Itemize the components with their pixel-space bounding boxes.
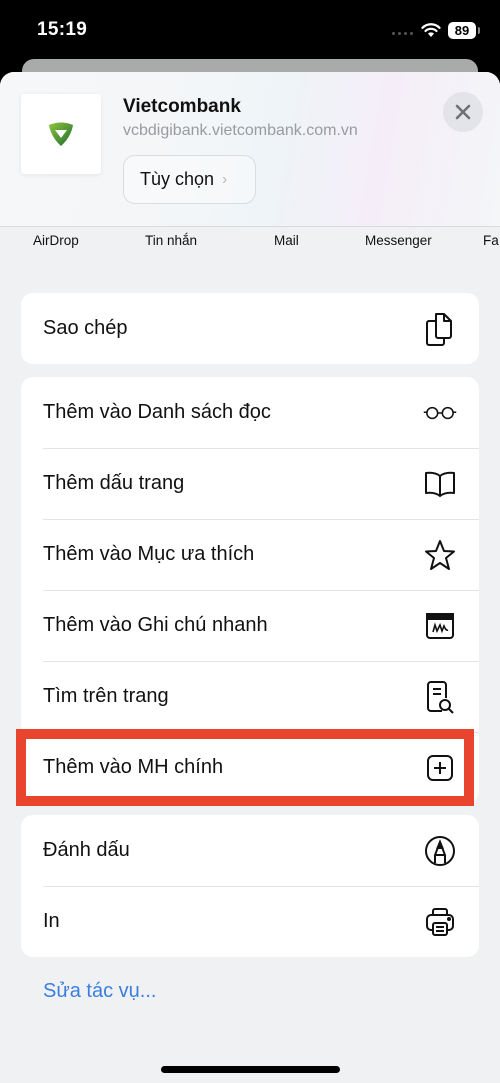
share-target-mail[interactable]: Mail	[274, 233, 299, 248]
action-group-page: Thêm vào Danh sách đọc Thêm dấu trang Th…	[21, 377, 479, 803]
action-label: Thêm dấu trang	[43, 472, 185, 494]
copy-icon	[423, 312, 457, 346]
status-bar: 15:19 89	[0, 0, 500, 60]
star-icon	[423, 538, 457, 572]
action-label: Thêm vào Danh sách đọc	[43, 401, 271, 423]
book-icon	[423, 467, 457, 501]
home-indicator	[161, 1066, 340, 1073]
wifi-icon	[421, 23, 441, 37]
battery-icon: 89	[448, 22, 480, 39]
action-copy[interactable]: Sao chép	[21, 293, 479, 364]
share-target-airdrop[interactable]: AirDrop	[33, 233, 79, 248]
cellular-signal-icon	[392, 32, 413, 35]
status-time: 15:19	[37, 19, 88, 40]
share-sheet: Vietcombank vcbdigibank.vietcombank.com.…	[0, 72, 500, 1083]
action-label: Thêm vào Ghi chú nhanh	[43, 614, 268, 636]
action-group-copy: Sao chép	[21, 293, 479, 364]
site-thumbnail	[21, 94, 101, 174]
share-target-facebook[interactable]: Fa	[483, 233, 499, 248]
share-target-messenger[interactable]: Messenger	[365, 233, 432, 248]
site-title: Vietcombank	[123, 96, 241, 117]
battery-level: 89	[454, 23, 470, 38]
printer-icon	[423, 905, 457, 939]
share-sheet-header: Vietcombank vcbdigibank.vietcombank.com.…	[0, 72, 500, 227]
find-on-page-icon	[423, 680, 457, 714]
action-add-to-home-screen[interactable]: Thêm vào MH chính	[21, 732, 479, 803]
add-square-icon	[423, 751, 457, 785]
site-url: vcbdigibank.vietcombank.com.vn	[123, 122, 358, 139]
action-add-favorites[interactable]: Thêm vào Mục ưa thích	[21, 519, 479, 590]
action-label: In	[43, 910, 60, 932]
action-add-quick-note[interactable]: Thêm vào Ghi chú nhanh	[21, 590, 479, 661]
action-label: Thêm vào MH chính	[43, 756, 224, 778]
action-label: Tìm trên trang	[43, 685, 169, 707]
options-label: Tùy chọn	[140, 169, 215, 189]
vietcombank-logo-icon	[49, 122, 73, 146]
markup-icon	[423, 834, 457, 868]
chevron-right-icon: ›	[222, 170, 228, 188]
share-targets-row: AirDrop Tin nhắn Mail Messenger Fa	[0, 233, 500, 253]
close-icon	[455, 104, 471, 120]
options-button[interactable]: Tùy chọn ›	[123, 155, 256, 204]
edit-actions-link[interactable]: Sửa tác vụ...	[43, 980, 156, 1003]
action-markup[interactable]: Đánh dấu	[21, 815, 479, 886]
glasses-icon	[423, 396, 457, 430]
action-add-bookmark[interactable]: Thêm dấu trang	[21, 448, 479, 519]
action-add-reading-list[interactable]: Thêm vào Danh sách đọc	[21, 377, 479, 448]
action-find-on-page[interactable]: Tìm trên trang	[21, 661, 479, 732]
close-button[interactable]	[443, 92, 483, 132]
action-label: Đánh dấu	[43, 839, 130, 861]
share-target-messages[interactable]: Tin nhắn	[145, 233, 197, 248]
action-label: Sao chép	[43, 317, 128, 339]
action-label: Thêm vào Mục ưa thích	[43, 543, 255, 565]
quick-note-icon	[423, 609, 457, 643]
action-print[interactable]: In	[21, 886, 479, 957]
action-group-other: Đánh dấu In	[21, 815, 479, 957]
